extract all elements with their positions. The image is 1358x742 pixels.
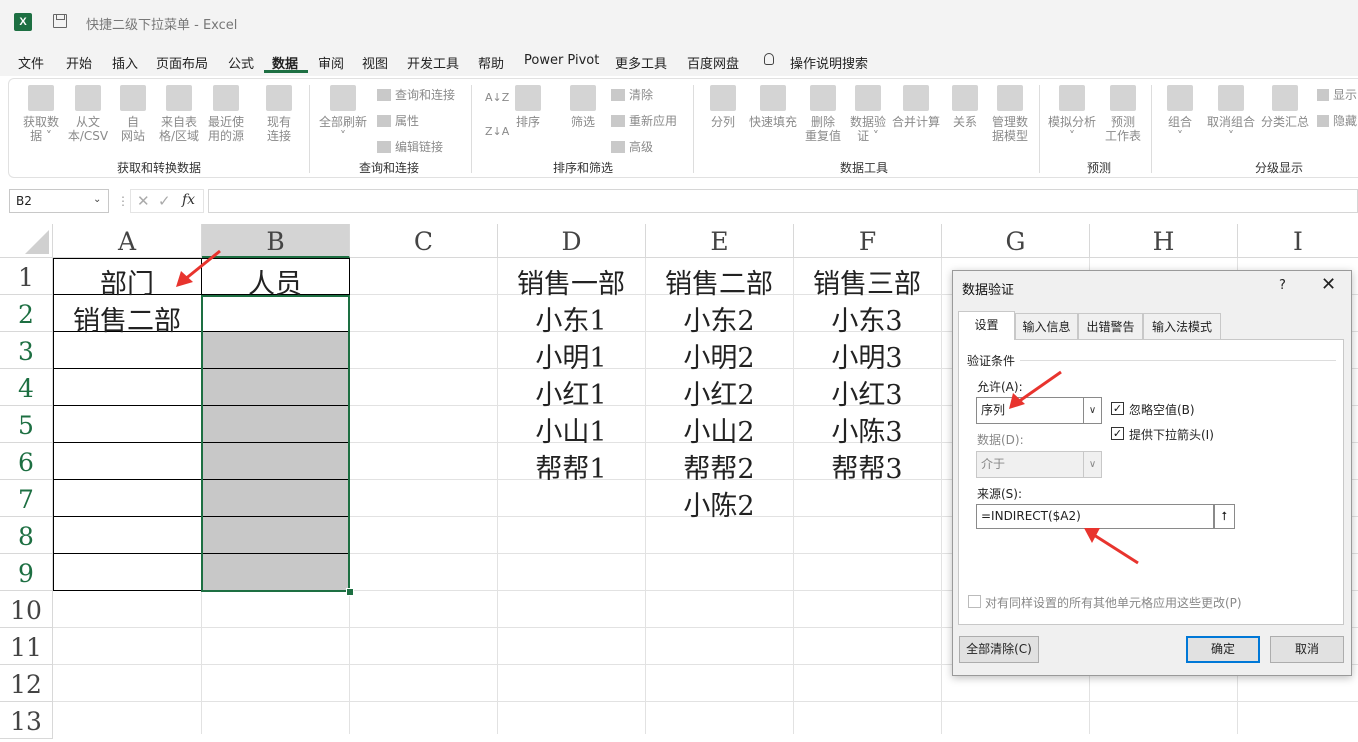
annotation-arrow-allow xyxy=(1009,370,1062,409)
annotation-arrow-dept xyxy=(176,249,221,287)
annotation-arrow-source xyxy=(1084,528,1139,565)
annotation-arrows xyxy=(176,249,1139,565)
